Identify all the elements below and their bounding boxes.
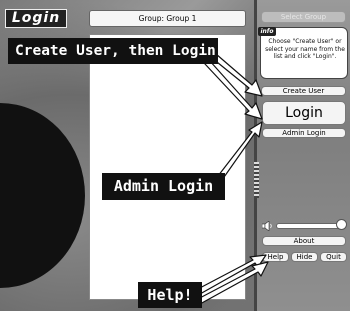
- arrow-to-admin-login: [217, 121, 263, 181]
- callout-create-user: Create User, then Login: [8, 38, 218, 64]
- arrow-to-help-1: [195, 254, 267, 295]
- callout-help: Help!: [138, 282, 202, 308]
- callout-admin-login: Admin Login: [102, 173, 225, 200]
- login-screen: Login Group: Group 1 Select Group info C…: [0, 0, 350, 311]
- arrow-to-help-2: [195, 261, 269, 305]
